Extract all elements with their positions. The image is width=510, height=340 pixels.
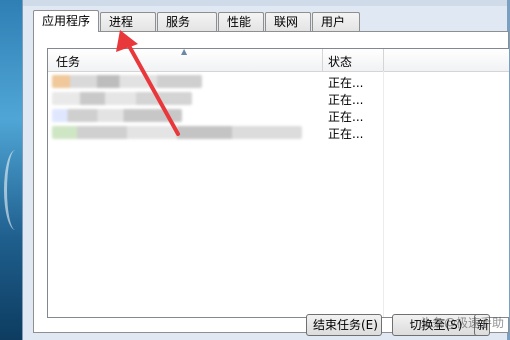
- column-status-label: 状态: [328, 55, 353, 69]
- task-status: 正在...: [328, 127, 364, 141]
- table-row[interactable]: 正在...: [48, 107, 509, 124]
- task-status: 正在...: [328, 76, 364, 90]
- table-row[interactable]: 正在...: [48, 73, 509, 90]
- tab-panel: 任务 ▲ 状态 正在... 正在... 正在... 正在...: [33, 31, 509, 333]
- column-header-task[interactable]: 任务 ▲: [48, 47, 323, 71]
- task-name-redacted: [52, 126, 302, 139]
- tab-performance[interactable]: 性能: [218, 12, 265, 32]
- tab-users[interactable]: 用户: [312, 12, 361, 32]
- tab-processes[interactable]: 进程: [100, 12, 157, 32]
- task-manager-window: 应用程序 进程 服务 性能 联网 用户 任务 ▲ 状态 正在... 正在... …: [22, 0, 509, 340]
- column-task-label: 任务: [56, 55, 81, 69]
- tab-strip: 应用程序 进程 服务 性能 联网 用户: [33, 10, 361, 32]
- task-status: 正在...: [328, 93, 364, 107]
- tab-networking[interactable]: 联网: [265, 12, 312, 32]
- task-name-redacted: [52, 109, 182, 122]
- task-status: 正在...: [328, 110, 364, 124]
- watermark-text: 头条@极速手助: [420, 316, 505, 330]
- sort-up-icon: ▲: [181, 47, 188, 56]
- tab-services[interactable]: 服务: [157, 12, 218, 32]
- tab-applications[interactable]: 应用程序: [33, 10, 100, 32]
- task-name-redacted: [52, 92, 192, 105]
- desktop-background: [0, 0, 22, 340]
- window-frame-top: [23, 0, 507, 6]
- table-row[interactable]: 正在...: [48, 90, 509, 107]
- end-task-button[interactable]: 结束任务(E): [306, 314, 382, 336]
- table-row[interactable]: 正在...: [48, 124, 509, 141]
- task-list[interactable]: 任务 ▲ 状态 正在... 正在... 正在... 正在...: [47, 47, 509, 318]
- column-header-status[interactable]: 状态: [323, 49, 384, 71]
- task-name-redacted: [52, 75, 202, 88]
- list-header: 任务 ▲ 状态: [48, 47, 509, 72]
